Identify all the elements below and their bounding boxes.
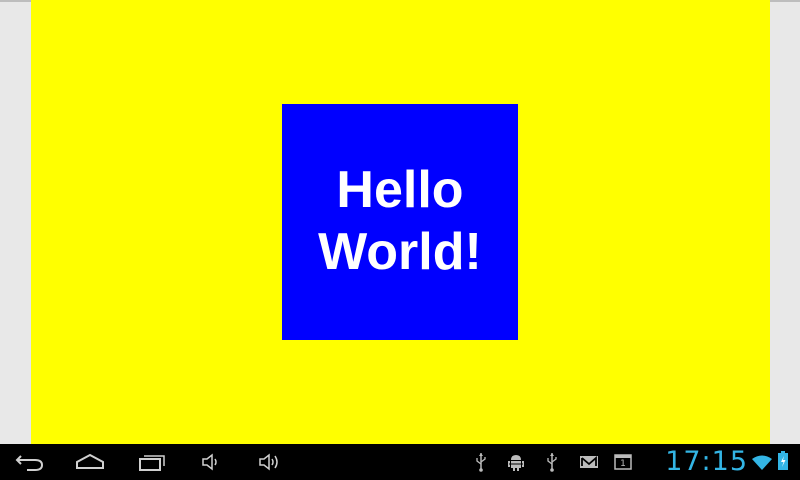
hello-box: Hello World! [282,104,518,340]
battery-status[interactable] [776,451,790,471]
gmail-icon [580,456,598,468]
volume-up-icon [259,453,278,471]
usb-notification-2[interactable] [543,452,561,472]
recent-apps-icon [139,455,165,471]
usb-icon [476,453,486,472]
usb-icon [547,453,557,472]
home-button[interactable] [72,448,108,476]
notification-count[interactable]: 1 [613,452,633,472]
wifi-icon [752,455,772,470]
back-icon [15,455,44,471]
hello-world-text: Hello World! [318,161,482,281]
gmail-notification[interactable] [578,452,600,472]
wifi-status[interactable] [751,453,773,473]
volume-down-icon [202,453,217,471]
back-button[interactable] [12,448,48,476]
system-bar: 1 17:15 [0,444,800,480]
notification-count-text: 1 [620,459,626,469]
volume-up-button[interactable] [254,448,286,476]
device-screen: Hello World! [0,0,800,444]
app-content: Hello World! [31,0,770,444]
recent-apps-button[interactable] [134,448,170,476]
android-debug-notification[interactable] [505,452,527,472]
volume-down-button[interactable] [196,448,226,476]
android-debug-icon [508,455,524,471]
battery-icon [778,451,788,470]
home-icon [76,453,104,469]
clock[interactable]: 17:15 [665,445,748,479]
usb-notification[interactable] [472,452,490,472]
